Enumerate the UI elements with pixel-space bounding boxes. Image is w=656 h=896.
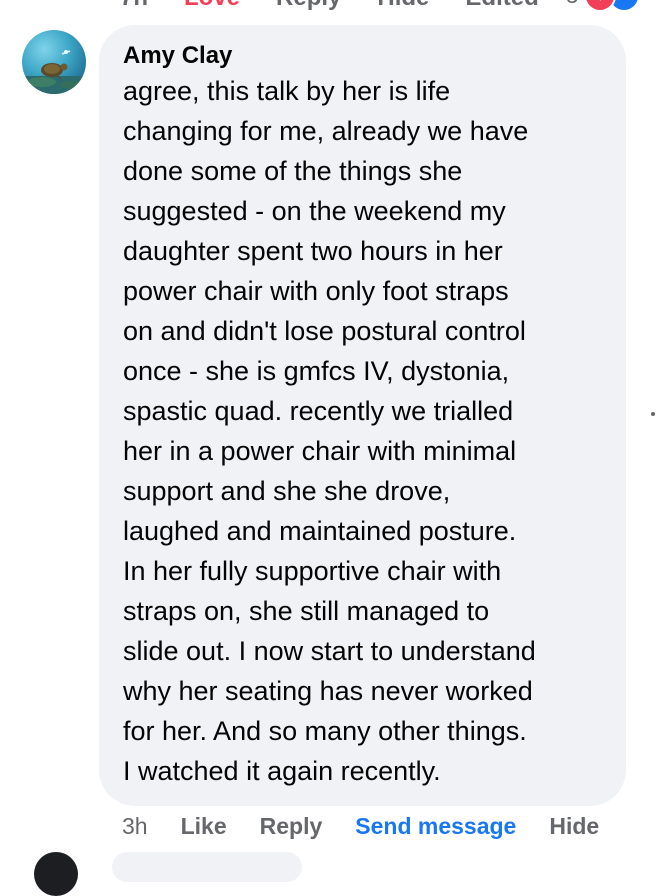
reaction-count: 3 [566,0,578,9]
comment-line: laughed and maintained posture. [123,516,517,546]
comment-line: once - she is gmfcs IV, dystonia, [123,356,510,386]
comment-actions: 3h Like Reply Send message Hide [122,811,599,841]
next-comment-bubble [112,852,302,882]
previous-comment-hide-button[interactable]: Hide [377,0,429,12]
comment-line: on and didn't lose postural control [123,316,526,346]
comment-author[interactable]: Amy Clay [123,41,602,71]
comment-line: done some of the things she [123,156,463,186]
like-button[interactable]: Like [181,813,227,840]
comment-line: her in a power chair with minimal [123,436,517,466]
more-options-icon[interactable] [651,412,655,416]
avatar[interactable] [22,30,86,94]
previous-comment-actions: 7h Love Reply Hide Edited [120,0,600,12]
comment-line: agree, this talk by her is life [123,76,451,106]
comment-line: support and she she drove, [123,476,451,506]
previous-comment-love-button[interactable]: Love [184,0,240,12]
comment-line: slide out. I now start to understand [123,636,536,666]
comment-line: why her seating has never worked [123,676,533,706]
previous-comment-edited-label: Edited [465,0,538,12]
send-message-button[interactable]: Send message [355,813,516,840]
previous-comment-reactions[interactable]: 3 ♥ 👍︎ [566,0,641,12]
reply-button[interactable]: Reply [260,813,323,840]
love-icon: ♥ [584,0,617,12]
comment-line: changing for me, already we have [123,116,529,146]
comment-line: spastic quad. recently we trialled [123,396,514,426]
previous-comment-reply-button[interactable]: Reply [276,0,341,12]
comment-line: straps on, she still managed to [123,596,490,626]
comment-line: I watched it again recently. [123,756,441,786]
hide-button[interactable]: Hide [549,813,599,840]
comment-text: agree, this talk by her is life changing… [123,71,603,791]
comment-line: In her fully supportive chair with [123,556,502,586]
sea-turtle-avatar-image [22,50,86,94]
comment-line: power chair with only foot straps [123,276,509,306]
comment-line: suggested - on the weekend my [123,196,506,226]
comment-line: daughter spent two hours in her [123,236,503,266]
comment-timestamp[interactable]: 3h [122,813,148,840]
comment-bubble: Amy Clay agree, this talk by her is life… [99,25,626,806]
comment-line: for her. And so many other things. [123,716,527,746]
previous-comment-time: 7h [120,0,148,12]
next-comment-avatar[interactable] [34,852,78,896]
